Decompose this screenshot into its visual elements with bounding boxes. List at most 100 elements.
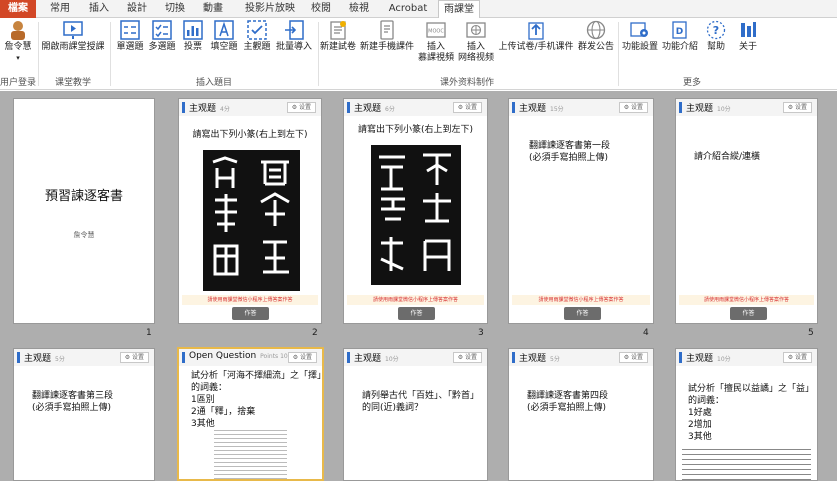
slide-thumbnail-1[interactable]: 預習諫逐客書 詹令慧 [13,98,155,324]
settings-button[interactable]: ⚙ 设置 [618,352,648,363]
bar-chart-icon [183,20,203,40]
settings-button[interactable]: ⚙ 设置 [119,352,149,363]
upload-instruction-text: 請使用雨課堂微信小程序上傳答案作答 [182,295,318,305]
tab-design[interactable]: 設計 [121,0,153,18]
new-mobile-courseware-button[interactable]: 新建手機課件 [358,20,416,68]
upload-instruction-text: 請使用雨課堂微信小程序上傳答案作答 [512,295,650,305]
question-text-line2: (必須手寫拍照上傳) [32,403,112,413]
settings-button[interactable]: ⚙ 设置 [782,102,812,113]
option-2: 2增加 [688,420,712,430]
option-1: 1好處 [688,408,712,418]
tab-review[interactable]: 校閱 [305,0,337,18]
settings-button[interactable]: ⚙ 设置 [286,102,316,113]
svg-text:MOOC: MOOC [428,29,444,35]
question-type-label: 主观题 [354,354,382,364]
question-header: 主观题 5分 ⚙ 设置 [509,349,653,366]
question-header: Open Question Points 10 ⚙ 设置 [179,349,322,366]
multi-choice-button[interactable]: 多選題 [146,20,178,68]
tab-file[interactable]: 檔案 [0,0,36,18]
answer-button[interactable]: 作答 [730,307,767,320]
tab-acrobat[interactable]: Acrobat [384,0,432,18]
question-text: 翻譯諫逐客書第三段 [32,391,114,401]
slide-title-text: 預習諫逐客書 [44,189,123,204]
slide-thumbnail-6[interactable]: 主观题 5分 ⚙ 设置 翻譯諫逐客書第三段 (必須手寫拍照上傳) [13,348,155,481]
slide-thumbnail-10[interactable]: 主观题 10分 ⚙ 设置 試分析「擅民以益譎」之「益」 的詞義： 1好處 2增加 … [675,348,818,481]
insert-mooc-video-button[interactable]: MOOC 插入 慕課視頻 [416,20,456,68]
question-header: 主观题 10分 ⚙ 设置 [344,349,487,366]
question-points: 4分 [220,106,230,113]
calligraphy-strokes [379,153,451,271]
slide-thumbnail-5[interactable]: 主观题 10分 ⚙ 设置 請介紹合縱/連橫 請使用雨課堂微信小程序上傳答案作答 作… [675,98,818,324]
group-extra-material: 课外资料制作 [439,78,494,88]
tab-home[interactable]: 常用 [44,0,76,18]
question-points: 10分 [717,356,731,363]
tab-transitions[interactable]: 切換 [159,0,191,18]
slide-number: 1 [146,328,152,338]
new-test-button[interactable]: 新建試卷 [318,20,358,68]
answer-button[interactable]: 作答 [564,307,601,320]
settings-button[interactable]: ⚙ 设置 [618,102,648,113]
question-points: 10分 [385,356,399,363]
login-button[interactable]: 詹令慧 ▾ [0,20,36,68]
fill-blank-button[interactable]: 填空題 [208,20,240,68]
start-class-button[interactable]: 開啟雨課堂授課 [40,20,106,68]
option-3: 3其他 [191,419,215,429]
batch-import-button[interactable]: 批量導入 [274,20,314,68]
answer-button[interactable]: 作答 [398,307,435,320]
about-button[interactable]: 关于 [732,20,764,68]
slide-number: 2 [312,328,318,338]
slide-number: 5 [808,328,814,338]
tab-insert[interactable]: 插入 [83,0,115,18]
mooc-icon: MOOC [426,22,446,38]
slide-thumbnail-3[interactable]: 主观题 6分 ⚙ 设置 請寫出下列小篆(右上到左下) 請使用雨課堂微信小程序上傳答… [343,98,488,324]
question-points: Points 10 [260,353,288,360]
bars-logo-icon [741,22,756,37]
question-type-label: 主观题 [519,354,547,364]
question-type-label: 主观题 [24,354,52,364]
seal-script-image [371,145,461,285]
seal-script-image [203,150,300,291]
function-intro-button[interactable]: D 功能介紹 [660,20,700,68]
pen-check-icon [247,20,267,40]
svg-text:D: D [676,27,683,37]
settings-button[interactable]: ⚙ 设置 [452,352,482,363]
upload-test-button[interactable]: 上传试卷/手机课件 [496,20,576,68]
play-screen-icon [63,21,83,39]
document-d-icon: D [672,21,687,39]
new-document-icon [330,21,346,40]
slide-thumbnail-9[interactable]: 主观题 5分 ⚙ 设置 翻譯諫逐客書第四段 (必須手寫拍照上傳) [508,348,654,481]
multi-check-icon [152,20,172,40]
subjective-question-button[interactable]: 主觀題 [240,20,274,68]
slide-number: 3 [478,328,484,338]
question-text-line2: (必須手寫拍照上傳) [529,153,609,163]
tab-rain-classroom[interactable]: 雨課堂 [438,0,480,19]
answer-button[interactable]: 作答 [232,307,269,320]
help-button[interactable]: ? 幫助 [700,20,732,68]
group-more: 更多 [682,78,701,88]
question-text: 請列舉古代「百姓」、「黔首」 [362,391,480,401]
function-settings-button[interactable]: 功能設置 [620,20,660,68]
slide-thumbnail-2[interactable]: 主观题 4分 ⚙ 设置 請寫出下列小篆(右上到左下) 請使用雨課堂微信小程序上傳答… [178,98,322,324]
question-type-label: 主观题 [686,354,714,364]
question-text-line2: 的同(近)義詞？ [362,403,424,413]
question-header: 主观题 10分 ⚙ 设置 [676,99,817,116]
user-avatar-icon [11,21,25,40]
single-choice-button[interactable]: 單選題 [114,20,146,68]
globe-icon [586,20,606,40]
slide-thumbnail-7-selected[interactable]: Open Question Points 10 ⚙ 设置 試分析「河海不擇細流」之… [177,347,324,481]
settings-button[interactable]: ⚙ 设置 [452,102,482,113]
question-points: 5分 [550,356,560,363]
option-2: 2通「釋」，捨棄 [191,407,256,417]
vote-button[interactable]: 投票 [178,20,208,68]
slide-thumbnail-4[interactable]: 主观题 15分 ⚙ 设置 翻譯諫逐客書第一段 (必須手寫拍照上傳) 請使用雨課堂微… [508,98,654,324]
upload-icon [528,22,544,40]
settings-button[interactable]: ⚙ 设置 [782,352,812,363]
insert-web-video-button[interactable]: 插入 网络视频 [456,20,496,68]
broadcast-notice-button[interactable]: 群发公告 [576,20,616,68]
tab-animations[interactable]: 動畫 [197,0,229,18]
question-type-label: 主观题 [354,104,382,114]
tab-slideshow[interactable]: 投影片放映 [240,0,300,18]
settings-button[interactable]: ⚙ 设置 [287,352,317,363]
tab-view[interactable]: 檢視 [343,0,375,18]
slide-thumbnail-8[interactable]: 主观题 10分 ⚙ 设置 請列舉古代「百姓」、「黔首」 的同(近)義詞？ [343,348,488,481]
